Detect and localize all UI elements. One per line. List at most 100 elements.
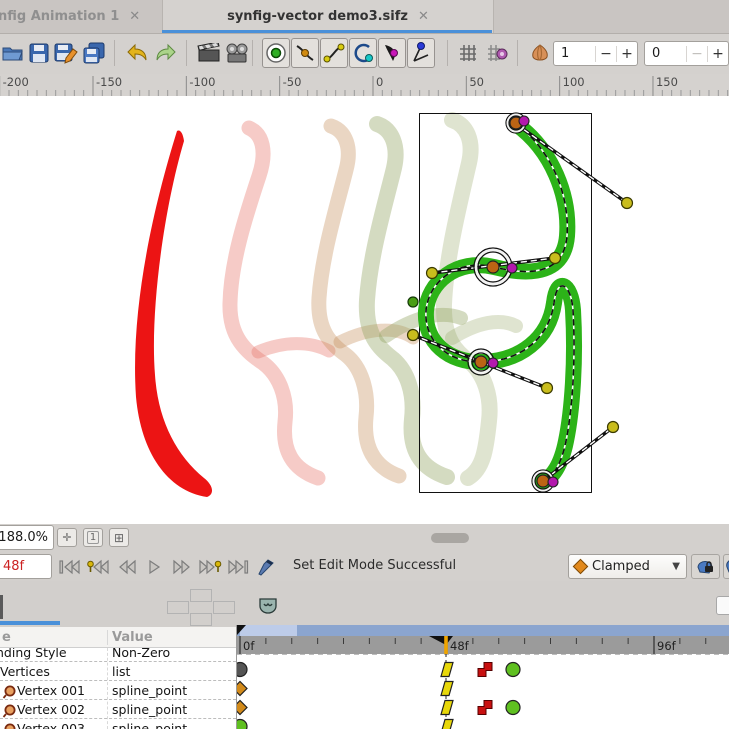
lock-past-keyframe-button[interactable] bbox=[691, 554, 720, 579]
svg-text:150: 150 bbox=[656, 75, 678, 89]
zoom-fit-button[interactable]: ✛ bbox=[57, 528, 77, 547]
timetrack-area[interactable]: 0f48f96f bbox=[237, 625, 729, 729]
active-tab-indicator bbox=[162, 30, 492, 33]
param-name: Vertices bbox=[0, 664, 50, 679]
toolbar-separator bbox=[186, 40, 187, 66]
param-row-vertex-001[interactable]: Vertex 001 spline_point bbox=[0, 681, 236, 700]
save-as-button[interactable] bbox=[53, 40, 79, 66]
svg-text:0: 0 bbox=[376, 75, 383, 89]
zoom-value: 188.0% bbox=[0, 530, 48, 545]
spin-plus-button[interactable]: + bbox=[707, 46, 728, 62]
tile-view-button[interactable]: ⊞ bbox=[109, 528, 129, 547]
onion-past-spinbox[interactable]: 1 − + bbox=[553, 41, 638, 66]
redo-button[interactable] bbox=[153, 40, 179, 66]
dock-target-top bbox=[190, 589, 212, 602]
svg-text:50: 50 bbox=[469, 75, 484, 89]
toggle-tangent-handles[interactable] bbox=[320, 38, 348, 68]
param-value: Non-Zero bbox=[112, 648, 170, 660]
prev-frame-button[interactable] bbox=[113, 555, 140, 578]
next-frame-button[interactable] bbox=[168, 555, 195, 578]
next-keyframe-button[interactable] bbox=[196, 555, 223, 578]
timetrack-shield-icon[interactable] bbox=[258, 596, 278, 620]
param-row-vertices[interactable]: Verticeslist bbox=[0, 662, 236, 681]
toggle-position-handles[interactable] bbox=[262, 38, 290, 68]
dock-target-right bbox=[213, 601, 235, 614]
onion-skin-ghost-sage-2 bbox=[444, 120, 516, 478]
spin-minus-button[interactable]: − bbox=[686, 46, 707, 62]
param-name: Vertex 002 bbox=[17, 702, 85, 717]
toggle-vertex-handles[interactable] bbox=[291, 38, 319, 68]
dock-target-left bbox=[167, 601, 189, 614]
close-icon[interactable]: ✕ bbox=[129, 9, 140, 24]
svg-text:48f: 48f bbox=[450, 639, 470, 653]
open-file-button[interactable] bbox=[0, 40, 26, 66]
lock-future-keyframe-button[interactable] bbox=[723, 554, 729, 579]
zoom-level-field[interactable]: 188.0% bbox=[0, 525, 54, 550]
undo-button[interactable] bbox=[124, 40, 150, 66]
tab-label: nfig Animation 1 bbox=[0, 9, 119, 24]
close-icon[interactable]: ✕ bbox=[418, 9, 429, 24]
spin-minus-button[interactable]: − bbox=[595, 46, 616, 62]
seek-end-button[interactable] bbox=[225, 555, 252, 578]
red-stroke-shape[interactable] bbox=[135, 130, 212, 497]
param-row-vertex-003[interactable]: Vertex 003 spline_point bbox=[0, 719, 236, 729]
preview-button[interactable] bbox=[224, 40, 250, 66]
param-value: spline_point bbox=[112, 721, 187, 729]
snap-grid-button[interactable] bbox=[484, 40, 510, 66]
panel-corner-button[interactable] bbox=[716, 596, 729, 615]
render-preview-icon[interactable] bbox=[252, 555, 279, 578]
chevron-down-icon: ▼ bbox=[672, 561, 680, 572]
toolbar-separator bbox=[114, 40, 115, 66]
tab-animation-1[interactable]: nfig Animation 1 ✕ bbox=[0, 0, 168, 33]
tab-label: synfig-vector demo3.sifz bbox=[227, 9, 408, 24]
play-button[interactable] bbox=[140, 555, 167, 578]
onion-future-spinbox[interactable]: 0 − + bbox=[644, 41, 729, 66]
current-time-field[interactable]: 48f bbox=[0, 554, 52, 579]
timetrack-svg: 0f48f96f bbox=[237, 625, 729, 729]
svg-text:-50: -50 bbox=[283, 75, 302, 89]
horizontal-ruler: -200-150-100-50050100150 bbox=[0, 74, 729, 97]
canvas-workarea[interactable] bbox=[0, 96, 729, 524]
column-name-header[interactable]: e bbox=[2, 630, 11, 645]
param-name: Vertex 003 bbox=[17, 721, 85, 729]
transport-bar: 48f Set Edit Mode Successful Clamped bbox=[0, 552, 729, 582]
clamped-diamond-icon bbox=[573, 559, 589, 575]
toggle-angle-handles[interactable] bbox=[407, 38, 435, 68]
panel-tab-sliver[interactable] bbox=[0, 595, 3, 619]
main-toolbar: 1 − + 0 − + bbox=[0, 34, 729, 75]
zoom-100-button[interactable]: 1 bbox=[83, 528, 103, 547]
dock-target-bottom bbox=[190, 613, 212, 626]
toggle-radius-handles[interactable] bbox=[349, 38, 377, 68]
spin-plus-button[interactable]: + bbox=[616, 46, 637, 62]
param-value: spline_point bbox=[112, 683, 187, 698]
horizontal-scrollbar-thumb[interactable] bbox=[431, 533, 469, 543]
toolbar-separator bbox=[517, 40, 518, 66]
toolbar-separator bbox=[252, 40, 253, 66]
param-row-nding-style[interactable]: nding Style Non-Zero bbox=[0, 648, 236, 662]
spin-value: 1 bbox=[554, 46, 595, 61]
status-message: Set Edit Mode Successful bbox=[293, 558, 456, 573]
save-button[interactable] bbox=[26, 40, 52, 66]
loop-handle[interactable] bbox=[408, 297, 418, 307]
svg-text:100: 100 bbox=[563, 75, 585, 89]
prev-keyframe-button[interactable] bbox=[84, 555, 111, 578]
onion-skin-button[interactable] bbox=[527, 40, 553, 66]
svg-text:-150: -150 bbox=[96, 75, 122, 89]
default-interpolation-dropdown[interactable]: Clamped ▼ bbox=[568, 554, 687, 579]
params-header-row: e Value bbox=[0, 627, 236, 648]
svg-text:96f: 96f bbox=[657, 639, 677, 653]
param-name: Vertex 001 bbox=[17, 683, 85, 698]
show-grid-button[interactable] bbox=[455, 40, 481, 66]
spin-value: 0 bbox=[645, 46, 686, 61]
save-all-button[interactable] bbox=[82, 40, 108, 66]
param-name: nding Style bbox=[0, 648, 67, 660]
tab-synfig-vector-demo3[interactable]: synfig-vector demo3.sifz ✕ bbox=[162, 0, 494, 33]
column-value-header[interactable]: Value bbox=[107, 630, 153, 645]
svg-text:-100: -100 bbox=[189, 75, 215, 89]
ruler-ticks: -200-150-100-50050100150 bbox=[0, 74, 729, 96]
seek-begin-button[interactable] bbox=[55, 555, 82, 578]
toggle-width-handles[interactable] bbox=[378, 38, 406, 68]
param-row-vertex-002[interactable]: Vertex 002spline_point bbox=[0, 700, 236, 719]
panel-active-tab-indicator bbox=[0, 621, 60, 625]
render-button[interactable] bbox=[196, 40, 222, 66]
